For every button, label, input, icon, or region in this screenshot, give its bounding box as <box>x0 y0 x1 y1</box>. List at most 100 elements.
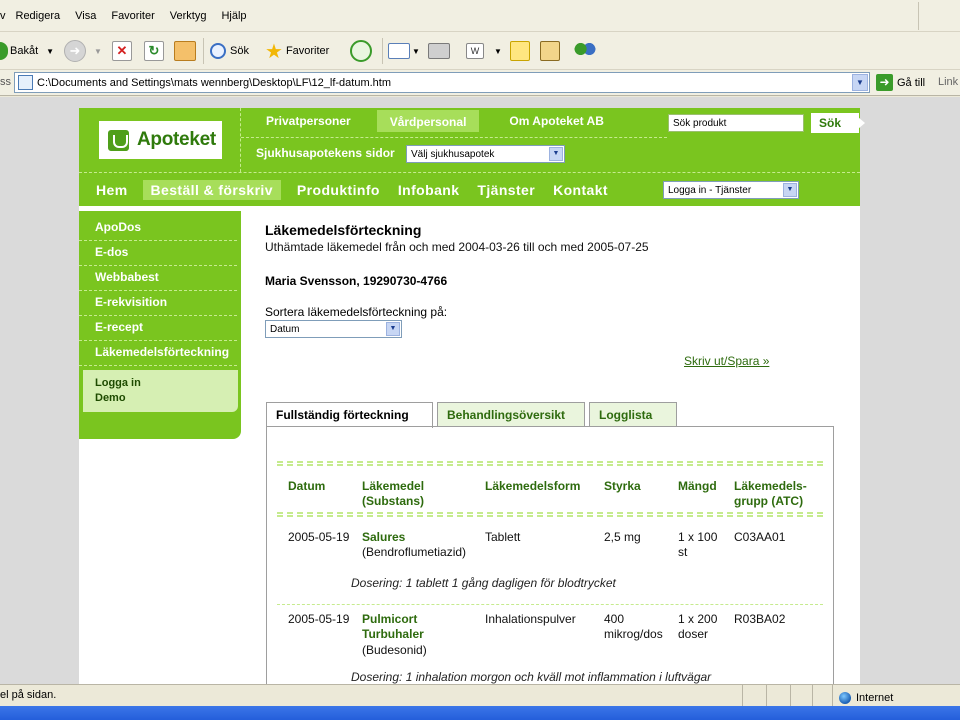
tab-privatpersoner[interactable]: Privatpersoner <box>241 108 365 135</box>
login-select[interactable]: Logga in - Tjänster ▼ <box>663 181 799 199</box>
nav-tjanster[interactable]: Tjänster <box>477 182 535 198</box>
edit-button[interactable]: W ▼ <box>466 38 502 64</box>
sidebar-item-webbabest[interactable]: Webbabest <box>79 266 237 291</box>
tab-logglista[interactable]: Logglista <box>589 402 677 427</box>
messenger-button[interactable] <box>574 38 596 64</box>
stop-button[interactable]: ✕ <box>112 38 132 64</box>
sort-select-value: Datum <box>270 324 300 335</box>
row2-drug[interactable]: Pulmicort Turbuhaler <box>362 612 424 642</box>
notes-button[interactable] <box>510 38 530 64</box>
sidebar-item-edos[interactable]: E-dos <box>79 241 237 266</box>
print-save-link[interactable]: Skriv ut/Spara » <box>684 354 769 368</box>
menu-item-help[interactable]: Hjälp <box>221 10 246 22</box>
mail-dropdown-icon[interactable]: ▼ <box>412 47 420 56</box>
patient-name: Maria Svensson, 19290730-4766 <box>265 274 448 288</box>
forward-arrow-icon: ➜ <box>64 40 86 62</box>
print-button[interactable] <box>428 38 450 64</box>
sidebar-item-erekvisition[interactable]: E-rekvisition <box>79 291 237 316</box>
row1-form: Tablett <box>485 530 521 544</box>
product-search-button[interactable]: Sök <box>811 113 865 133</box>
page-subtitle: Uthämtade läkemedel från och med 2004-03… <box>265 240 649 254</box>
header-datum: Datum <box>288 479 326 493</box>
side-nav: ApoDos E-dos Webbabest E-rekvisition E-r… <box>79 211 241 439</box>
mail-button[interactable]: ▼ <box>388 38 420 64</box>
forward-dropdown-icon[interactable]: ▼ <box>94 47 102 56</box>
go-button[interactable]: ➜ Gå till <box>876 74 925 91</box>
nav-hem[interactable]: Hem <box>96 182 128 198</box>
header-mangd: Mängd <box>678 479 717 493</box>
toolbar-separator <box>203 38 204 64</box>
row1-dosing: Dosering: 1 tablett 1 gång dagligen för … <box>351 576 616 590</box>
login-dropdown-icon[interactable]: ▼ <box>783 183 797 197</box>
tab-vardpersonal[interactable]: Vårdpersonal <box>376 110 480 132</box>
home-button[interactable] <box>174 38 196 64</box>
stop-icon: ✕ <box>112 41 132 61</box>
research-button[interactable] <box>540 38 560 64</box>
sjukhus-dropdown-icon[interactable]: ▼ <box>549 147 563 161</box>
nav-bestall-forskriv[interactable]: Beställ & förskriv <box>142 180 281 200</box>
security-zone: Internet <box>832 685 893 706</box>
favorites-star-icon: ★ <box>265 40 283 63</box>
nav-infobank[interactable]: Infobank <box>398 182 460 198</box>
nav-produktinfo[interactable]: Produktinfo <box>297 182 380 198</box>
toolbar-separator <box>382 38 383 64</box>
edit-dropdown-icon[interactable]: ▼ <box>494 47 502 56</box>
forward-button[interactable]: ➜ ▼ <box>64 38 102 64</box>
row1-strength: 2,5 mg <box>604 530 641 544</box>
table-divider <box>277 461 823 466</box>
menu-item-favorites[interactable]: Favoriter <box>111 10 154 22</box>
links-label[interactable]: Link <box>938 76 958 88</box>
row2-strength: 400 mikrog/dos <box>604 612 663 642</box>
search-button[interactable]: Sök <box>210 38 249 64</box>
site-header: Apoteket Privatpersoner Vårdpersonal Om … <box>79 108 865 206</box>
address-bar: ss C:\Documents and Settings\mats wennbe… <box>0 70 960 96</box>
header-divider <box>79 172 860 173</box>
history-button[interactable] <box>350 38 372 64</box>
medication-table: Datum Läkemedel (Substans) Läkemedelsfor… <box>266 426 834 684</box>
tab-behandlingsoversikt[interactable]: Behandlingsöversikt <box>437 402 585 427</box>
refresh-button[interactable]: ↻ <box>144 38 164 64</box>
main-nav: Hem Beställ & förskriv Produktinfo Infob… <box>79 176 626 204</box>
apoteket-logo-icon <box>108 129 129 151</box>
back-arrow-icon <box>0 42 8 60</box>
status-cell <box>812 685 813 706</box>
sidebar-item-apodos[interactable]: ApoDos <box>79 216 237 241</box>
address-dropdown-icon[interactable]: ▼ <box>852 74 868 91</box>
page-viewport: Apoteket Privatpersoner Vårdpersonal Om … <box>0 97 960 684</box>
back-dropdown-icon[interactable]: ▼ <box>46 47 54 56</box>
nav-kontakt[interactable]: Kontakt <box>553 182 608 198</box>
sjukhus-select[interactable]: Välj sjukhusapotek ▼ <box>406 145 565 163</box>
windows-logo-icon <box>918 2 948 30</box>
search-label: Sök <box>230 45 249 57</box>
main-content: Läkemedelsförteckning Uthämtade läkemede… <box>265 222 835 368</box>
sidebar-item-lakemedelsforteckning[interactable]: Läkemedelsförteckning <box>79 341 237 366</box>
back-button[interactable]: Bakåt ▼ <box>0 38 54 64</box>
menu-item-tools[interactable]: Verktyg <box>170 10 207 22</box>
row2-dosing: Dosering: 1 inhalation morgon och kväll … <box>351 670 712 684</box>
row2-drug-line1: Pulmicort <box>362 612 418 626</box>
page-icon <box>18 75 33 90</box>
go-label: Gå till <box>897 76 926 89</box>
favorites-button[interactable]: ★ Favoriter <box>265 38 329 64</box>
row1-date: 2005-05-19 <box>288 530 350 544</box>
login-demo-box[interactable]: Logga in Demo <box>83 370 238 412</box>
menu-item-view-partial[interactable]: v <box>0 10 6 22</box>
demo-link[interactable]: Demo <box>95 391 238 406</box>
row2-strength-line2: mikrog/dos <box>604 627 663 641</box>
printer-icon <box>428 43 450 59</box>
login-link[interactable]: Logga in <box>95 376 238 391</box>
refresh-icon: ↻ <box>144 41 164 61</box>
sidebar-item-erecept[interactable]: E-recept <box>79 316 237 341</box>
tab-om-apoteket[interactable]: Om Apoteket AB <box>491 108 617 135</box>
row2-date: 2005-05-19 <box>288 612 350 626</box>
menu-item-edit[interactable]: Redigera <box>16 10 61 22</box>
menu-list: v Redigera Visa Favoriter Verktyg Hjälp <box>0 10 262 22</box>
sort-dropdown-icon[interactable]: ▼ <box>386 322 400 336</box>
address-input[interactable]: C:\Documents and Settings\mats wennberg\… <box>14 72 870 93</box>
sort-select[interactable]: Datum ▼ <box>265 320 402 338</box>
row1-drug[interactable]: Salures <box>362 530 405 545</box>
apoteket-logo[interactable]: Apoteket <box>99 121 222 159</box>
menu-item-view[interactable]: Visa <box>75 10 96 22</box>
product-search-input[interactable]: Sök produkt <box>668 114 804 132</box>
tab-fullstandig[interactable]: Fullständig förteckning <box>266 402 433 428</box>
